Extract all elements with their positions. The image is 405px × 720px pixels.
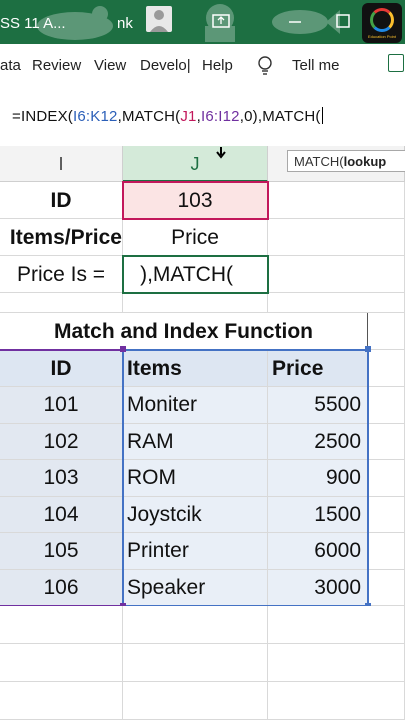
table-cell-id[interactable]: 103 — [0, 460, 123, 497]
formula-part: =INDEX( — [12, 108, 73, 125]
table-cell-id[interactable]: 101 — [0, 387, 123, 424]
mouse-pointer-icon — [216, 147, 226, 159]
formula-bar[interactable]: =INDEX(I6:K12,MATCH(J1,I6:I12,0),MATCH( — [0, 86, 405, 147]
cell-empty[interactable] — [268, 606, 405, 644]
tab-developer[interactable]: Develo| — [140, 57, 191, 74]
text-cursor — [321, 107, 323, 124]
cell-empty[interactable] — [368, 350, 405, 387]
function-tooltip: MATCH(lookup — [287, 150, 405, 172]
resize-handle[interactable] — [120, 346, 126, 352]
table-title[interactable]: Match and Index Function — [0, 313, 368, 350]
cell-text: ),MATCH( — [140, 263, 233, 286]
cell-empty[interactable] — [368, 313, 405, 350]
formula-text[interactable]: =INDEX(I6:K12,MATCH(J1,I6:I12,0),MATCH( — [12, 107, 323, 125]
formula-part: ,MATCH( — [117, 108, 181, 125]
table-cell-item[interactable]: Speaker — [123, 569, 268, 606]
column-header-j[interactable]: J — [123, 146, 268, 182]
table-cell-item[interactable]: RAM — [123, 423, 268, 460]
comment-icon[interactable] — [388, 54, 404, 72]
tab-review[interactable]: Review — [32, 57, 81, 74]
cell-empty[interactable] — [0, 606, 123, 644]
cell-items-price-value[interactable]: Price — [123, 219, 268, 256]
table-cell-price[interactable]: 1500 — [268, 496, 368, 533]
table-cell-id[interactable]: 104 — [0, 496, 123, 533]
formula-ref-cell: J1 — [180, 108, 197, 125]
table-cell-item[interactable]: Printer — [123, 533, 268, 570]
cell-result-label[interactable]: Price Is = — [0, 256, 123, 293]
cell-empty[interactable] — [268, 219, 405, 256]
table-header-price[interactable]: Price — [268, 350, 368, 387]
logo-text: Education Point — [367, 33, 397, 39]
maximize-icon[interactable] — [332, 10, 354, 32]
cell-items-price-label[interactable]: Items/Price — [0, 219, 123, 256]
cell-empty[interactable] — [0, 293, 123, 313]
table-cell-item[interactable]: Joystcik — [123, 496, 268, 533]
table-cell-price[interactable]: 900 — [268, 460, 368, 497]
tab-help[interactable]: Help — [202, 57, 233, 74]
cell-empty[interactable] — [0, 644, 123, 682]
tab-data[interactable]: ata — [0, 57, 21, 74]
cell-empty[interactable] — [268, 682, 405, 720]
cell-empty[interactable] — [268, 644, 405, 682]
table-cell-price[interactable]: 2500 — [268, 423, 368, 460]
cell-id-label[interactable]: ID — [0, 182, 123, 219]
ribbon-tabs: ata Review View Develo| Help Tell me — [0, 44, 405, 87]
avatar[interactable] — [146, 6, 172, 32]
tooltip-argument: lookup — [343, 154, 387, 169]
cell-formula-edit[interactable]: ),MATCH( — [123, 256, 268, 293]
cell-empty[interactable] — [368, 460, 405, 497]
tab-view[interactable]: View — [94, 57, 126, 74]
formula-ref-lookup-range: I6:I12 — [200, 108, 240, 125]
formula-ref-range: I6:K12 — [73, 108, 118, 125]
table-header-items[interactable]: Items — [123, 350, 268, 387]
tell-me-search[interactable]: Tell me — [292, 57, 340, 74]
table-cell-price[interactable]: 5500 — [268, 387, 368, 424]
minimize-icon[interactable] — [284, 10, 306, 32]
cell-empty[interactable] — [268, 182, 405, 219]
cell-id-value[interactable]: 103 — [123, 182, 268, 219]
ribbon-display-options-icon[interactable] — [210, 10, 232, 32]
window-title: SS 11 A... — [0, 15, 66, 32]
channel-logo: Education Point — [362, 3, 402, 43]
title-bar: SS 11 A... nk Education Point — [0, 0, 405, 44]
resize-handle[interactable] — [365, 346, 371, 352]
table-cell-id[interactable]: 102 — [0, 423, 123, 460]
table-cell-item[interactable]: ROM — [123, 460, 268, 497]
cell-empty[interactable] — [0, 682, 123, 720]
cell-empty[interactable] — [123, 682, 268, 720]
cell-empty[interactable] — [368, 387, 405, 424]
tooltip-function: MATCH( — [294, 154, 344, 169]
logo-ring-icon — [370, 7, 394, 32]
table-header-id[interactable]: ID — [0, 350, 123, 387]
cell-empty[interactable] — [368, 533, 405, 570]
table-cell-id[interactable]: 106 — [0, 569, 123, 606]
account-name: nk — [117, 15, 133, 32]
formula-part: ,0),MATCH( — [239, 108, 321, 125]
table-cell-price[interactable]: 3000 — [268, 569, 368, 606]
table-cell-price[interactable]: 6000 — [268, 533, 368, 570]
cell-empty[interactable] — [368, 423, 405, 460]
cell-empty[interactable] — [268, 293, 405, 313]
cell-empty[interactable] — [123, 606, 268, 644]
column-header-i[interactable]: I — [0, 146, 123, 182]
cell-empty[interactable] — [368, 496, 405, 533]
lightbulb-icon[interactable] — [256, 55, 274, 77]
cell-empty[interactable] — [268, 256, 405, 293]
table-cell-item[interactable]: Moniter — [123, 387, 268, 424]
cell-empty[interactable] — [368, 569, 405, 606]
cell-empty[interactable] — [123, 644, 268, 682]
table-cell-id[interactable]: 105 — [0, 533, 123, 570]
cell-empty[interactable] — [123, 293, 268, 313]
cell-text: Items/Price — [9, 226, 122, 249]
